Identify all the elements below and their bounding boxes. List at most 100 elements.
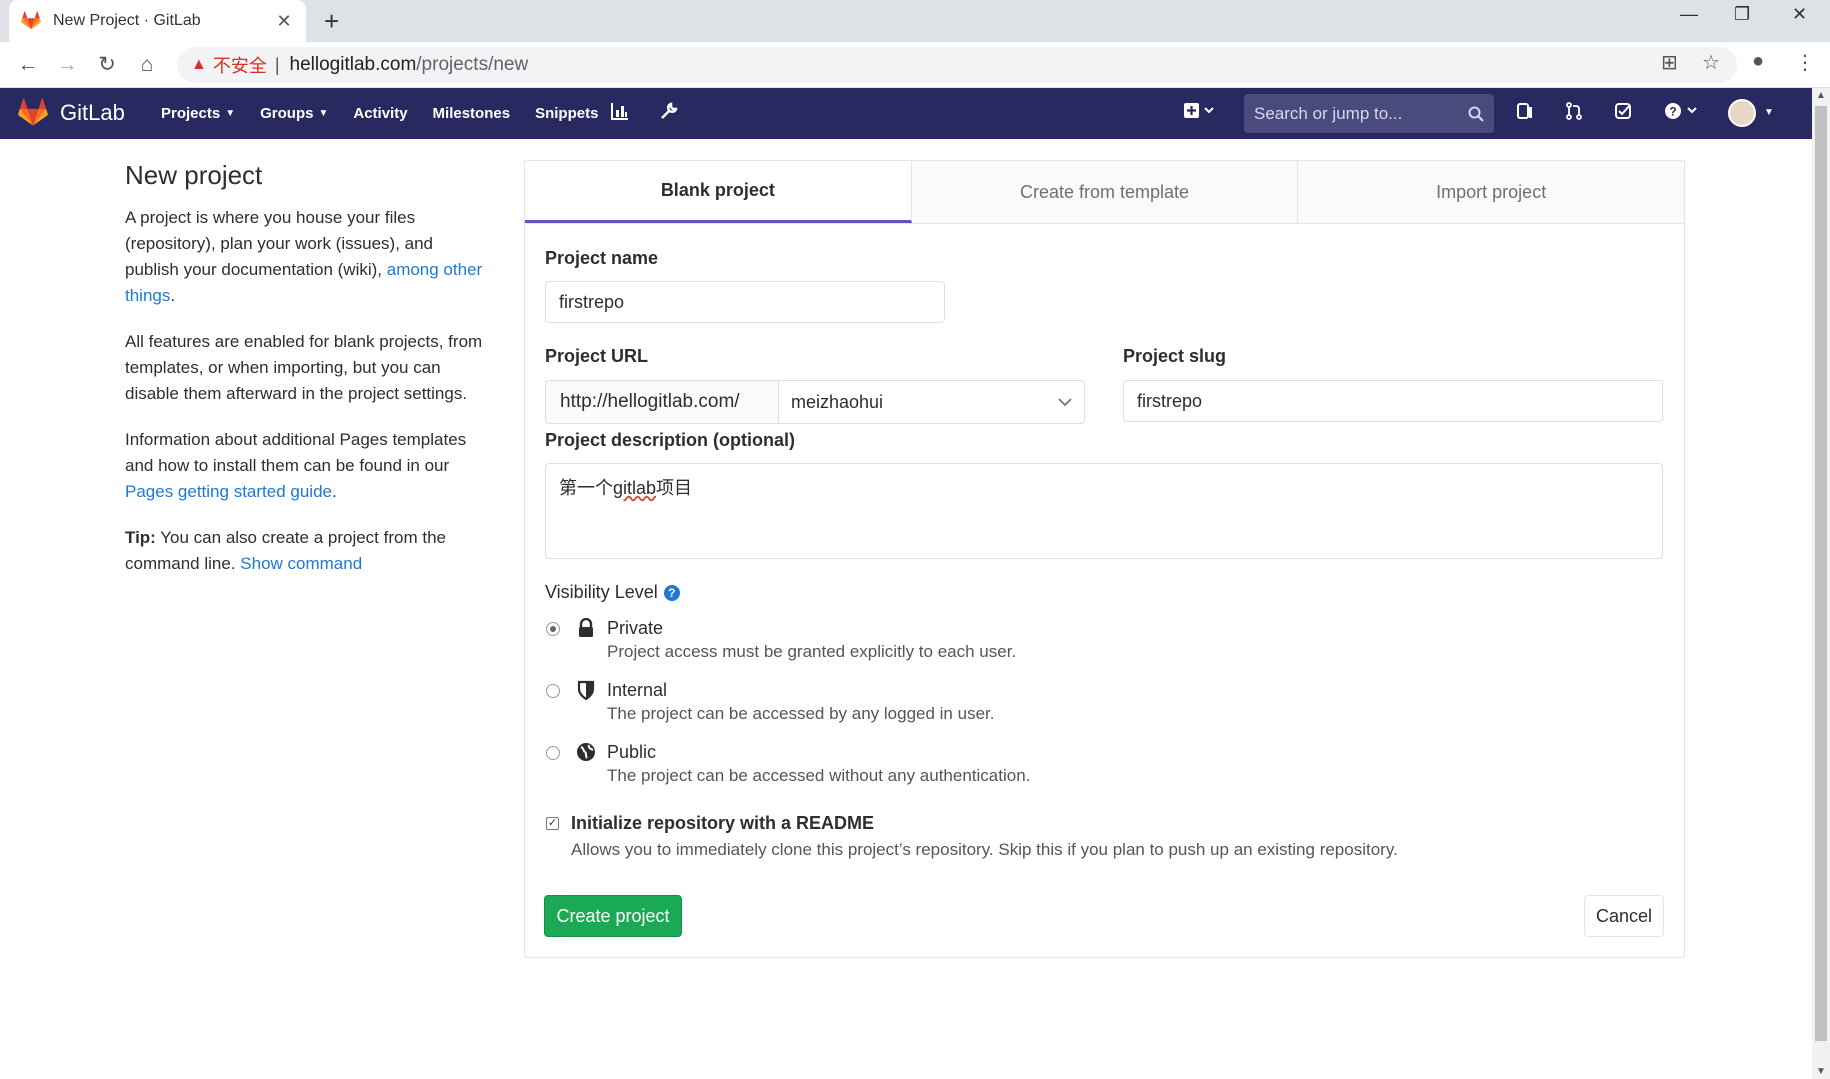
nav-projects-label: Projects (161, 105, 221, 122)
cancel-button[interactable]: Cancel (1584, 895, 1664, 937)
help-question-icon[interactable]: ? (663, 585, 680, 602)
info-paragraph-3: Information about additional Pages templ… (125, 427, 485, 505)
browser-tab[interactable]: New Project · GitLab ✕ (9, 0, 306, 42)
readme-description: Allows you to immediately clone this pro… (571, 840, 1398, 859)
search-icon (1468, 106, 1484, 122)
nav-milestones[interactable]: Milestones (433, 105, 511, 122)
todos-icon[interactable] (1614, 102, 1632, 125)
reload-icon[interactable]: ↻ (93, 51, 121, 79)
visibility-radio-internal[interactable] (546, 684, 560, 698)
restore-icon[interactable]: ❐ (1734, 4, 1750, 25)
project-name-input[interactable]: firstrepo (545, 281, 945, 323)
security-label[interactable]: 不安全 (213, 52, 267, 78)
minimize-icon[interactable]: — (1680, 4, 1698, 25)
address-bar[interactable]: ▲ 不安全 | hellogitlab.com /projects/new (177, 47, 1737, 83)
globe-icon (577, 743, 595, 761)
new-project-panel: Blank project Create from template Impor… (524, 160, 1685, 958)
project-name-label: Project name (545, 248, 659, 268)
namespace-select[interactable]: meizhaohui (778, 380, 1085, 424)
readme-label[interactable]: Initialize repository with a README (571, 813, 874, 834)
visibility-level-label: Visibility Level? (545, 582, 680, 603)
profile-icon[interactable]: ● (1752, 50, 1764, 73)
project-slug-input[interactable]: firstrepo (1123, 380, 1663, 422)
project-description-label: Project description (optional) (545, 430, 796, 450)
create-project-button[interactable]: Create project (544, 895, 682, 937)
project-description-input[interactable]: 第一个gitlab项目 (545, 463, 1663, 559)
issues-icon[interactable] (1516, 102, 1534, 125)
tab-blank-project[interactable]: Blank project (525, 161, 912, 223)
svg-text:?: ? (1669, 105, 1676, 119)
page-scrollbar[interactable]: ▲ ▼ (1812, 88, 1830, 1079)
visibility-internal-desc: The project can be accessed by any logge… (607, 704, 995, 723)
nav-activity[interactable]: Activity (353, 105, 407, 122)
description-text-pre: 第一个 (559, 478, 613, 498)
top-menu: Projects ▼ Groups ▼ Activity Milestones Sn… (161, 88, 623, 139)
new-tab-button[interactable]: + (324, 7, 339, 35)
gitlab-logo[interactable]: GitLab (18, 98, 125, 128)
project-url-label: Project URL (545, 346, 649, 366)
visibility-radio-private[interactable] (546, 622, 560, 636)
pages-guide-link[interactable]: Pages getting started guide (125, 482, 332, 501)
description-text-mid: gitlab (613, 478, 657, 498)
visibility-internal-title: Internal (607, 680, 668, 700)
visibility-level-text: Visibility Level (545, 582, 658, 602)
page-title: New project (125, 160, 263, 190)
back-icon[interactable]: ← (14, 51, 42, 79)
tab-import-project[interactable]: Import project (1298, 161, 1685, 223)
visibility-public-title: Public (607, 742, 657, 762)
tip-label: Tip: (125, 528, 156, 547)
scroll-up-icon[interactable]: ▲ (1816, 90, 1826, 101)
gitlab-tanuki-icon (18, 98, 48, 126)
address-separator: | (274, 54, 280, 75)
nav-projects[interactable]: Projects ▼ (161, 105, 235, 122)
visibility-public-desc: The project can be accessed without any … (607, 766, 1031, 785)
browser-menu-icon[interactable]: ⋮ (1795, 50, 1815, 75)
chevron-down-icon[interactable]: ▼ (1764, 107, 1774, 118)
namespace-value: meizhaohui (791, 391, 884, 412)
description-text-post: 项目 (656, 478, 693, 498)
merge-requests-icon[interactable] (1565, 102, 1583, 125)
project-type-tabs: Blank project Create from template Impor… (525, 161, 1685, 224)
show-command-link[interactable]: Show command (240, 554, 362, 573)
tab-create-from-template[interactable]: Create from template (911, 161, 1299, 223)
tab-close-icon[interactable]: ✕ (274, 11, 294, 32)
warning-icon: ▲ (191, 56, 207, 73)
scroll-down-icon[interactable]: ▼ (1816, 1066, 1826, 1077)
gitlab-brand: GitLab (60, 100, 125, 125)
translate-icon[interactable]: ⊞ (1661, 50, 1678, 75)
tip-paragraph: Tip: You can also create a project from … (125, 525, 485, 577)
url-host: hellogitlab.com (289, 54, 417, 75)
para3-text: Information about additional Pages templ… (125, 430, 467, 475)
wrench-icon[interactable] (660, 102, 678, 125)
para1-end: . (170, 286, 176, 305)
readme-checkbox[interactable]: ✓ (546, 817, 559, 830)
bookmark-star-icon[interactable]: ☆ (1702, 50, 1720, 75)
user-avatar[interactable] (1728, 99, 1756, 127)
help-icon[interactable]: ? (1664, 102, 1700, 125)
home-icon[interactable]: ⌂ (133, 51, 161, 79)
visibility-radio-public[interactable] (546, 746, 560, 760)
nav-groups-label: Groups (260, 105, 314, 122)
scrollbar-thumb[interactable] (1815, 106, 1827, 1041)
project-url-prefix: http://hellogitlab.com/ (545, 380, 778, 424)
forward-icon[interactable]: → (53, 51, 81, 79)
chevron-down-icon: ▼ (318, 108, 329, 119)
nav-snippets[interactable]: Snippets (535, 105, 598, 122)
search-placeholder: Search or jump to... (1254, 103, 1403, 123)
nav-groups[interactable]: Groups ▼ (260, 105, 328, 122)
browser-toolbar: ← → ↻ ⌂ ▲ 不安全 | hellogitlab.com /project… (0, 42, 1830, 88)
para3-end: . (331, 482, 337, 501)
info-paragraph-2: All features are enabled for blank proje… (125, 332, 483, 403)
search-input[interactable]: Search or jump to... (1244, 94, 1494, 133)
browser-tab-bar: New Project · GitLab ✕ + — ❐ ✕ (0, 0, 1830, 42)
window-close-icon[interactable]: ✕ (1792, 4, 1807, 25)
tab-title: New Project · GitLab (53, 12, 201, 29)
lock-icon (579, 618, 593, 637)
chevron-down-icon (1058, 398, 1072, 407)
new-item-icon[interactable] (1184, 102, 1216, 125)
shield-icon (577, 680, 595, 700)
chart-icon[interactable] (611, 102, 629, 125)
info-paragraph-1: A project is where you house your files … (125, 205, 485, 309)
url-path: /projects/new (416, 54, 529, 75)
visibility-private-desc: Project access must be granted explicitl… (607, 642, 1017, 661)
